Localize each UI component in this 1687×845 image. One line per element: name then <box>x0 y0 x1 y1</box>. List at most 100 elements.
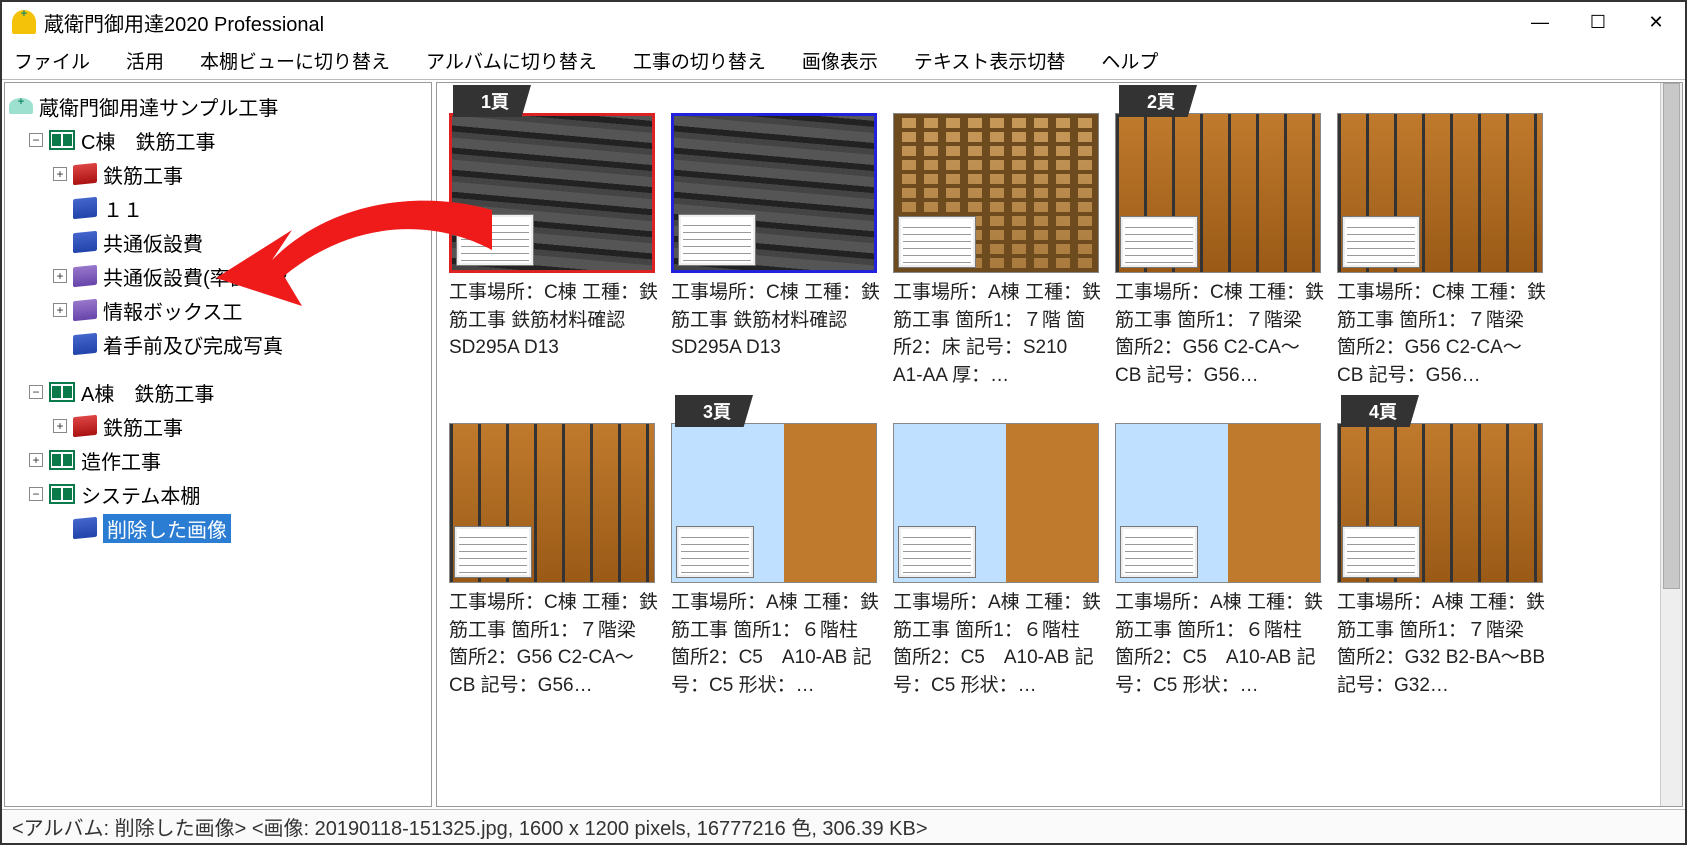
expand-icon[interactable]: + <box>53 269 67 283</box>
collapse-icon[interactable]: − <box>29 487 43 501</box>
tree-item-label: 鉄筋工事 <box>103 412 183 441</box>
expand-icon[interactable]: + <box>53 419 67 433</box>
tree-node-c-common[interactable]: 共通仮設費 <box>53 225 427 259</box>
status-text: <アルバム: 削除した画像> <画像: 20190118-151325.jpg,… <box>12 812 928 841</box>
shelf-icon <box>49 130 75 150</box>
thumbnail-grid: 1頁 工事場所：C棟 工種：鉄筋工事 鉄筋材料確認 SD295A D13 工事場… <box>449 91 1652 701</box>
shelf-icon <box>49 484 75 504</box>
book-icon <box>73 333 97 356</box>
thumbnail-image[interactable] <box>893 113 1099 273</box>
thumbnail-card[interactable]: 工事場所：C棟 工種：鉄筋工事 鉄筋材料確認 SD295A D13 <box>671 91 881 391</box>
tree-node-a[interactable]: − A棟 鉄筋工事 <box>29 375 427 409</box>
shelf-icon <box>49 382 75 402</box>
maximize-button[interactable]: ☐ <box>1569 2 1627 42</box>
page-badge: 4頁 <box>1341 395 1419 427</box>
menu-text-toggle[interactable]: テキスト表示切替 <box>914 47 1065 74</box>
window-title: 蔵衛門御用達2020 Professional <box>44 8 324 37</box>
menu-image-display[interactable]: 画像表示 <box>802 47 878 74</box>
project-tree: 蔵衛門御用達サンプル工事 − C棟 鉄筋工事 + 鉄筋工事 １１ <box>9 89 427 545</box>
thumbnail-image[interactable] <box>671 423 877 583</box>
menu-album-view[interactable]: アルバムに切り替え <box>426 47 597 74</box>
tree-root-label: 蔵衛門御用達サンプル工事 <box>39 92 278 121</box>
tree-node-c-rebar[interactable]: + 鉄筋工事 <box>53 157 427 191</box>
thumbnail-card[interactable]: 工事場所：A棟 工種：鉄筋工事 箇所1：６階柱 箇所2：C5 A10-AB 記号… <box>893 401 1103 701</box>
tree-node-zousaku[interactable]: + 造作工事 <box>29 443 427 477</box>
book-icon <box>73 299 97 322</box>
menu-switch-project[interactable]: 工事の切り替え <box>633 47 766 74</box>
menu-shelf-view[interactable]: 本棚ビューに切り替え <box>200 47 390 74</box>
thumbnail-image[interactable] <box>449 423 655 583</box>
page-badge: 2頁 <box>1119 85 1197 117</box>
thumbnail-image[interactable] <box>671 113 877 273</box>
minimize-button[interactable]: — <box>1511 2 1569 42</box>
book-icon <box>73 265 97 288</box>
tree-node-c-infobox[interactable]: + 情報ボックス工 <box>53 293 427 327</box>
tree-node-c-common2[interactable]: + 共通仮設費(率計上)2 <box>53 259 427 293</box>
tree-node-c-11[interactable]: １１ <box>53 191 427 225</box>
book-icon <box>73 415 97 438</box>
thumbnail-image[interactable] <box>1115 113 1321 273</box>
tree-node-a-rebar[interactable]: + 鉄筋工事 <box>53 409 427 443</box>
thumbnail-image[interactable] <box>1337 113 1543 273</box>
tree-item-label: 情報ボックス工 <box>103 296 242 325</box>
menu-use[interactable]: 活用 <box>126 47 164 74</box>
thumbnail-caption: 工事場所：A棟 工種：鉄筋工事 箇所1：６階柱 箇所2：C5 A10-AB 記号… <box>671 589 881 701</box>
thumbnail-image[interactable] <box>893 423 1099 583</box>
tree-node-c-completion[interactable]: 着手前及び完成写真 <box>53 327 427 361</box>
collapse-icon[interactable]: − <box>29 385 43 399</box>
thumbnail-card[interactable]: 工事場所：A棟 工種：鉄筋工事 箇所1：７階 箇所2：床 記号：S210 A1-… <box>893 91 1103 391</box>
thumbnail-card[interactable]: 工事場所：C棟 工種：鉄筋工事 箇所1：７階梁 箇所2：G56 C2-CA～CB… <box>1337 91 1547 391</box>
tree-item-label: 鉄筋工事 <box>103 160 183 189</box>
main-body: 蔵衛門御用達サンプル工事 − C棟 鉄筋工事 + 鉄筋工事 １１ <box>2 80 1685 809</box>
book-icon <box>73 517 97 540</box>
menu-file[interactable]: ファイル <box>14 47 90 74</box>
collapse-icon[interactable]: − <box>29 133 43 147</box>
expand-icon[interactable]: + <box>53 303 67 317</box>
thumbnail-card[interactable]: 1頁 工事場所：C棟 工種：鉄筋工事 鉄筋材料確認 SD295A D13 <box>449 91 659 391</box>
menu-help[interactable]: ヘルプ <box>1101 47 1158 74</box>
vertical-scrollbar[interactable] <box>1660 83 1682 806</box>
tree-node-deleted[interactable]: 削除した画像 <box>53 511 427 545</box>
shelf-icon <box>49 450 75 470</box>
app-window: 蔵衛門御用達2020 Professional — ☐ ✕ ファイル 活用 本棚… <box>0 0 1687 845</box>
thumbnail-card[interactable]: 工事場所：A棟 工種：鉄筋工事 箇所1：６階柱 箇所2：C5 A10-AB 記号… <box>1115 401 1325 701</box>
tree-item-label: 共通仮設費 <box>103 228 203 257</box>
expand-icon[interactable]: + <box>29 453 43 467</box>
thumbnail-card[interactable]: 4頁 工事場所：A棟 工種：鉄筋工事 箇所1：７階梁 箇所2：G32 B2-BA… <box>1337 401 1547 701</box>
thumbnail-image[interactable] <box>1115 423 1321 583</box>
thumbnail-caption: 工事場所：A棟 工種：鉄筋工事 箇所1：６階柱 箇所2：C5 A10-AB 記号… <box>1115 589 1325 701</box>
window-controls: — ☐ ✕ <box>1511 2 1685 42</box>
close-button[interactable]: ✕ <box>1627 2 1685 42</box>
thumbnail-panel: 1頁 工事場所：C棟 工種：鉄筋工事 鉄筋材料確認 SD295A D13 工事場… <box>436 82 1683 807</box>
tree-s-label: システム本棚 <box>81 480 200 509</box>
thumbnail-caption: 工事場所：C棟 工種：鉄筋工事 鉄筋材料確認 SD295A D13 <box>671 279 881 391</box>
thumbnail-image[interactable] <box>449 113 655 273</box>
expand-icon[interactable]: + <box>53 167 67 181</box>
tree-c-label: C棟 鉄筋工事 <box>81 126 215 155</box>
thumbnail-scroll-area[interactable]: 1頁 工事場所：C棟 工種：鉄筋工事 鉄筋材料確認 SD295A D13 工事場… <box>437 83 1660 806</box>
tree-item-label: 共通仮設費(率計上)2 <box>103 262 287 291</box>
tree-root[interactable]: 蔵衛門御用達サンプル工事 <box>9 89 427 123</box>
thumbnail-caption: 工事場所：C棟 工種：鉄筋工事 箇所1：７階梁 箇所2：G56 C2-CA～CB… <box>1115 279 1325 391</box>
thumbnail-caption: 工事場所：C棟 工種：鉄筋工事 箇所1：７階梁 箇所2：G56 C2-CA～CB… <box>449 589 659 701</box>
thumbnail-card[interactable]: 3頁 工事場所：A棟 工種：鉄筋工事 箇所1：６階柱 箇所2：C5 A10-AB… <box>671 401 881 701</box>
tree-node-c[interactable]: − C棟 鉄筋工事 <box>29 123 427 157</box>
tree-item-label: 着手前及び完成写真 <box>103 330 283 359</box>
tree-node-system[interactable]: − システム本棚 <box>29 477 427 511</box>
thumbnail-card[interactable]: 工事場所：C棟 工種：鉄筋工事 箇所1：７階梁 箇所2：G56 C2-CA～CB… <box>449 401 659 701</box>
thumbnail-caption: 工事場所：A棟 工種：鉄筋工事 箇所1：７階梁 箇所2：G32 B2-BA～BB… <box>1337 589 1547 701</box>
tree-item-label: 削除した画像 <box>103 514 231 543</box>
titlebar[interactable]: 蔵衛門御用達2020 Professional — ☐ ✕ <box>2 2 1685 42</box>
tree-item-label: １１ <box>103 194 143 223</box>
thumbnail-caption: 工事場所：A棟 工種：鉄筋工事 箇所1：７階 箇所2：床 記号：S210 A1-… <box>893 279 1103 391</box>
thumbnail-card[interactable]: 2頁 工事場所：C棟 工種：鉄筋工事 箇所1：７階梁 箇所2：G56 C2-CA… <box>1115 91 1325 391</box>
thumbnail-image[interactable] <box>1337 423 1543 583</box>
tree-panel: 蔵衛門御用達サンプル工事 − C棟 鉄筋工事 + 鉄筋工事 １１ <box>4 82 432 807</box>
thumbnail-caption: 工事場所：A棟 工種：鉄筋工事 箇所1：６階柱 箇所2：C5 A10-AB 記号… <box>893 589 1103 701</box>
app-icon <box>12 10 36 34</box>
project-icon <box>9 98 33 114</box>
thumbnail-caption: 工事場所：C棟 工種：鉄筋工事 鉄筋材料確認 SD295A D13 <box>449 279 659 391</box>
tree-z-label: 造作工事 <box>81 446 161 475</box>
book-icon <box>73 231 97 254</box>
scrollbar-thumb[interactable] <box>1663 83 1680 589</box>
